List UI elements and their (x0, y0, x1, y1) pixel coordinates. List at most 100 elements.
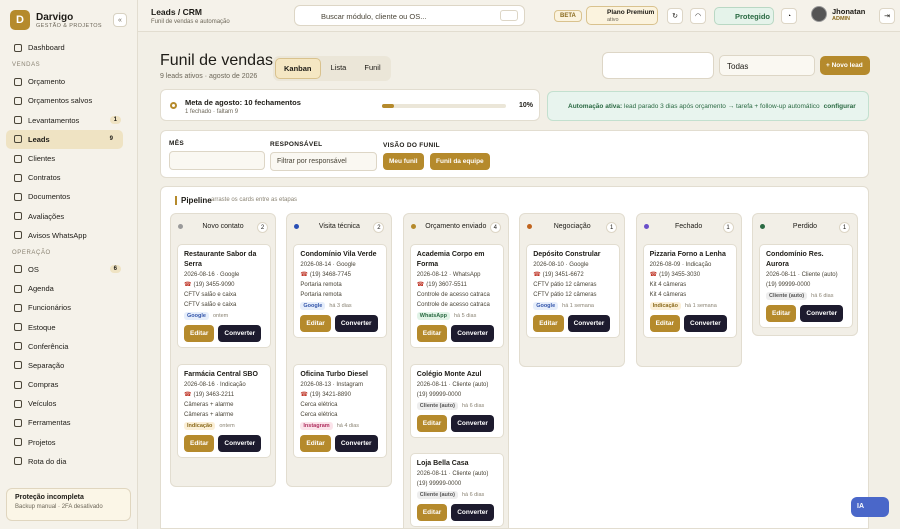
nav-icon (14, 265, 22, 274)
lead-card[interactable]: Restaurante Sabor da Serra 2026-08-16 · G… (177, 244, 271, 348)
bell-icon[interactable]: ◔ (781, 8, 797, 24)
plan-badge[interactable]: Plano Premium ativo (586, 6, 658, 25)
shortcut-key-icon (500, 10, 518, 21)
lead-card[interactable]: Condomínio Res. Aurora 2026-08-11 · Clien… (759, 244, 853, 328)
lead-card[interactable]: Academia Corpo em Forma 2026-08-12 · What… (409, 244, 504, 348)
edit-button[interactable]: Editar (416, 504, 448, 521)
sidebar-item-os[interactable]: OS 6 (0, 260, 137, 279)
sidebar-item-contratos[interactable]: Contratos (0, 168, 137, 187)
sidebar-item-avalia-es[interactable]: Avaliações (0, 207, 137, 226)
lead-phone: (19) 99999-0000 (766, 280, 846, 290)
convert-button[interactable]: Converter (451, 504, 494, 521)
edit-button[interactable]: Editar (416, 415, 448, 432)
global-search-input[interactable]: Buscar módulo, cliente ou OS... (294, 5, 525, 26)
sidebar-item-or-amento[interactable]: Orçamento (0, 72, 137, 91)
sidebar-item-funcion-rios[interactable]: Funcionários (0, 298, 137, 317)
sidebar-item-agenda[interactable]: Agenda (0, 279, 137, 298)
lead-name: Oficina Turbo Diesel (300, 371, 368, 378)
edit-button[interactable]: Editar (533, 315, 564, 332)
convert-button[interactable]: Converter (567, 315, 611, 332)
edit-button[interactable]: Editar (184, 435, 215, 452)
sidebar-item-avisos-whatsapp[interactable]: Avisos WhatsApp (0, 226, 137, 245)
phone-icon: ☎ (300, 272, 308, 278)
lead-card[interactable]: Loja Bella Casa 2026-08-11 · Cliente (aut… (409, 453, 504, 527)
lead-tags: Cliente (auto) há 6 dias (766, 290, 846, 300)
lead-card[interactable]: Farmácia Central SBO 2026-08-16 · Indicaç… (177, 364, 271, 458)
my-funnel-button[interactable]: Meu funil (383, 153, 424, 170)
sidebar-item-documentos[interactable]: Documentos (0, 187, 137, 206)
section-vendas: VENDAS (12, 62, 41, 69)
ai-assistant-button[interactable]: IA (851, 497, 889, 517)
month-input[interactable] (169, 151, 265, 170)
edit-button[interactable]: Editar (649, 315, 681, 332)
lead-card[interactable]: Pizzaria Forno a Lenha 2026-08-09 · Indic… (642, 244, 737, 338)
convert-button[interactable]: Converter (334, 315, 378, 332)
sidebar-item-leads[interactable]: Leads 9 (6, 129, 123, 149)
nav-icon (14, 116, 22, 125)
pipeline-board: Pipeline arraste os cards entre as etapa… (160, 186, 869, 529)
source-tag: Indicação (649, 302, 681, 310)
automation-banner: Automação ativa: lead parado 3 dias após… (547, 91, 869, 121)
sidebar-item-rota-do-dia[interactable]: Rota do dia (0, 452, 137, 471)
sidebar-item-compras[interactable]: Compras (0, 375, 137, 394)
lead-service: Controle de acesso catraca (416, 292, 490, 298)
sidebar-item-ve-culos[interactable]: Veículos (0, 394, 137, 413)
sidebar-item-projetos[interactable]: Projetos (0, 433, 137, 452)
collapse-sidebar-button[interactable]: « (113, 13, 127, 27)
user-role: ADMIN (832, 15, 851, 22)
sidebar-item-ferramentas[interactable]: Ferramentas (0, 413, 137, 432)
convert-button[interactable]: Converter (218, 325, 262, 342)
view-tabs: Kanban Lista Funil (273, 56, 391, 81)
nav-icon (14, 323, 22, 332)
edit-button[interactable]: Editar (184, 325, 215, 342)
origin-filter-select[interactable]: Todas (719, 55, 815, 76)
convert-button[interactable]: Converter (684, 315, 727, 332)
filters-panel: MÊS RESPONSÁVEL Filtrar por responsável … (160, 130, 869, 178)
convert-button[interactable]: Converter (451, 415, 494, 432)
sidebar-item-estoque[interactable]: Estoque (0, 317, 137, 336)
sidebar-item-or-amentos-salvos[interactable]: Orçamentos salvos (0, 91, 137, 110)
responsible-input[interactable]: Filtrar por responsável (270, 152, 377, 171)
nav-icon (14, 212, 22, 221)
goal-subtitle: 1 fechado · faltam 9 (185, 109, 239, 115)
tab-kanban[interactable]: Kanban (275, 58, 321, 79)
protection-warning[interactable]: Proteção incompleta Backup manual · 2FA … (6, 488, 131, 521)
sidebar-item-label: Leads (28, 134, 50, 144)
refresh-icon[interactable]: ↻ (667, 8, 683, 24)
convert-button[interactable]: Converter (800, 305, 844, 322)
lead-service: Kit 4 câmeras (649, 282, 687, 288)
breadcrumb: Leads / CRM (151, 7, 203, 17)
lead-card[interactable]: Oficina Turbo Diesel 2026-08-13 · Instagr… (293, 364, 388, 458)
lead-card[interactable]: Depósito Constrular 2026-08-10 · Google ☎(… (526, 244, 621, 338)
headset-icon[interactable]: ◠ (690, 8, 706, 24)
configure-link[interactable]: configurar (824, 103, 856, 110)
lead-search-input[interactable] (602, 52, 714, 79)
nav-icon (14, 192, 22, 201)
sidebar-item-separa-o[interactable]: Separação (0, 356, 137, 375)
nav-icon (14, 361, 22, 370)
source-tag: Cliente (auto) (416, 491, 458, 499)
user-menu[interactable]: Jhonatan ADMIN (811, 6, 865, 22)
logout-icon[interactable]: ⇥ (879, 8, 895, 24)
sidebar-item-dashboard[interactable]: Dashboard (0, 38, 137, 57)
sidebar-item-confer-ncia[interactable]: Conferência (0, 337, 137, 356)
edit-button[interactable]: Editar (766, 305, 797, 322)
edit-button[interactable]: Editar (300, 315, 331, 332)
lead-name: Loja Bella Casa (416, 460, 469, 467)
lead-date-source: 2026-08-13 · Instagram (300, 382, 364, 388)
column-header: Fechado 1 (637, 214, 741, 238)
edit-button[interactable]: Editar (300, 435, 331, 452)
tab-lista[interactable]: Lista (323, 58, 355, 79)
convert-button[interactable]: Converter (218, 435, 262, 452)
lead-card[interactable]: Condomínio Vila Verde 2026-08-14 · Google… (293, 244, 388, 338)
team-funnel-button[interactable]: Funil da equipe (430, 153, 490, 170)
tab-funil[interactable]: Funil (356, 58, 388, 79)
new-lead-button[interactable]: + Novo lead (820, 56, 870, 75)
lead-card[interactable]: Colégio Monte Azul 2026-08-11 · Cliente (… (409, 364, 504, 438)
sidebar-item-clientes[interactable]: Clientes (0, 149, 137, 168)
edit-button[interactable]: Editar (416, 325, 448, 342)
sidebar-item-levantamentos[interactable]: Levantamentos 1 (0, 111, 137, 130)
protected-status-button[interactable]: Protegido (714, 7, 774, 25)
convert-button[interactable]: Converter (451, 325, 494, 342)
convert-button[interactable]: Converter (334, 435, 378, 452)
